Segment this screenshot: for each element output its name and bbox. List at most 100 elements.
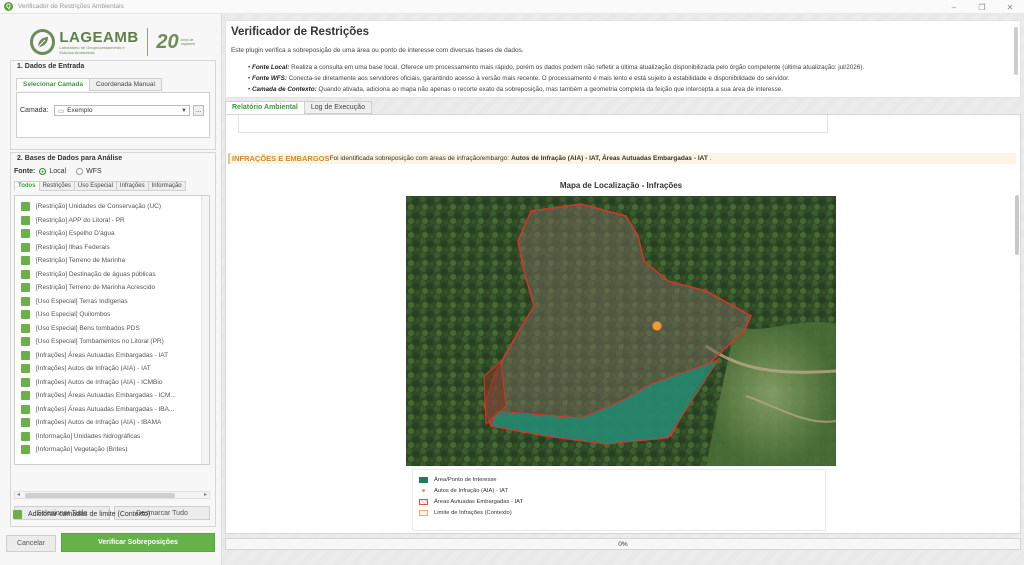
tab-environmental-report[interactable]: Relatório Ambiental — [225, 101, 305, 114]
layer-item-label: [Uso Especial] Tombamentos no Litoral (P… — [36, 338, 164, 346]
layer-list-item[interactable]: [Infrações] Autos de Infração (AIA) - IA… — [15, 362, 209, 376]
tab-filter-all[interactable]: Todos — [14, 181, 40, 191]
legend-item-aia-iat: Autos de Infração (AIA) - IAT — [419, 485, 819, 496]
layer-checkbox[interactable] — [21, 445, 30, 455]
layer-list-item[interactable]: [Restrição] Terreno de Marinha — [15, 254, 209, 268]
tab-execution-log[interactable]: Log de Execução — [303, 101, 372, 114]
layer-checkbox[interactable] — [21, 323, 30, 333]
tab-manual-coordinate[interactable]: Coordenada Manual — [88, 78, 162, 91]
databases-section-title: 2. Bases de Dados para Análise — [17, 155, 123, 162]
source-local-radio[interactable] — [39, 168, 47, 175]
layer-list-item[interactable]: [Infrações] Áreas Autuadas Embargadas - … — [15, 349, 209, 363]
layer-checkbox[interactable] — [21, 229, 30, 239]
layer-checkbox[interactable] — [21, 350, 30, 360]
chevron-down-icon: ▼ — [181, 107, 187, 114]
legend-swatch-fill — [419, 476, 428, 483]
layer-item-label: [Infrações] Áreas Autuadas Embargadas - … — [36, 405, 175, 413]
layer-list-item[interactable]: [Informação] Unidades hidrográficas — [15, 430, 209, 444]
verify-overlaps-button[interactable]: Verificar Sobreposições — [61, 533, 215, 552]
plugin-header: Verificador de Restrições Este plugin ve… — [225, 20, 1021, 98]
layer-list-item[interactable]: [Restrição] Ilhas Federais — [15, 241, 209, 255]
layer-list-item[interactable]: [Informação] Vegetação (Brites) — [15, 443, 209, 457]
left-panel: LAGEAMB Laboratório de Geoprocessamento … — [0, 14, 222, 565]
window-controls: – ❐ ✕ — [940, 0, 1024, 14]
browse-button[interactable]: ... — [193, 105, 204, 116]
layer-checkbox[interactable] — [21, 377, 30, 387]
layer-list-item[interactable]: [Uso Especial] Quilombos — [15, 308, 209, 322]
tab-select-layer[interactable]: Selecionar Camada — [16, 78, 90, 91]
layer-checkbox[interactable] — [21, 418, 30, 428]
layer-list-item[interactable]: [Restrição] APP do Litoral - PR — [15, 214, 209, 228]
brand-name: LAGEAMB — [59, 28, 139, 46]
filter-tabs: Todos Restrições Uso Especial Infrações … — [14, 181, 186, 191]
layer-checkbox[interactable] — [21, 215, 30, 225]
layer-list-item[interactable]: [Restrição] Destinação de águas públicas — [15, 268, 209, 282]
layer-checkbox[interactable] — [21, 242, 30, 252]
source-wfs-label: WFS — [86, 168, 102, 175]
layer-label: Camada: — [20, 107, 49, 114]
brand-logo: LAGEAMB Laboratório de Geoprocessamento … — [30, 22, 200, 62]
bullet-local-source: • Fonte Local: Realiza a consulta em uma… — [248, 64, 865, 71]
layer-list[interactable]: [Restrição] Unidades de Conservação (UC)… — [14, 195, 210, 465]
layer-list-item[interactable]: [Infrações] Autos de Infração (AIA) - IC… — [15, 376, 209, 390]
layer-checkbox[interactable] — [21, 283, 30, 293]
minimize-button[interactable]: – — [940, 0, 968, 14]
layer-list-item[interactable]: [Uso Especial] Terras Indígenas — [15, 295, 209, 309]
layer-list-vertical-scrollbar[interactable] — [201, 196, 209, 464]
alert-title: INFRAÇÕES E EMBARGOS — [232, 154, 330, 163]
satellite-map-image — [406, 196, 836, 466]
layer-list-item[interactable]: [Restrição] Espelho D'água — [15, 227, 209, 241]
limit-layers-option[interactable]: Adicionar camadas de limite (Contexto) — [13, 510, 150, 519]
layer-list-horizontal-scrollbar[interactable]: ◂ ▸ — [14, 491, 210, 499]
layer-list-item[interactable]: [Uso Especial] Tombamentos no Litoral (P… — [15, 335, 209, 349]
window-title: Verificador de Restrições Ambientais — [18, 3, 124, 10]
layer-checkbox[interactable] — [21, 310, 30, 320]
maximize-button[interactable]: ❐ — [968, 0, 996, 14]
layer-checkbox[interactable] — [21, 391, 30, 401]
layer-list-item[interactable]: [Infrações] Áreas Autuadas Embargadas - … — [15, 403, 209, 417]
layer-item-label: [Informação] Vegetação (Brites) — [36, 446, 128, 454]
legend-swatch-dot — [419, 489, 428, 492]
cancel-button[interactable]: Cancelar — [6, 535, 56, 552]
legend-swatch-outline — [419, 509, 428, 516]
layer-checkbox[interactable] — [21, 269, 30, 279]
source-local-label: Local — [49, 168, 67, 175]
layer-checkbox[interactable] — [21, 404, 30, 414]
header-scrollbar[interactable] — [1014, 27, 1018, 75]
tab-filter-special-use[interactable]: Uso Especial — [73, 181, 117, 191]
tab-filter-infractions[interactable]: Infrações — [115, 181, 149, 191]
layer-list-item[interactable]: [Infrações] Autos de Infração (AIA) - IB… — [15, 416, 209, 430]
anniversary-badge: 20 — [156, 31, 179, 53]
infractions-alert: INFRAÇÕES E EMBARGOS Foi identificada so… — [228, 153, 1016, 164]
tab-filter-information[interactable]: Informação — [147, 181, 186, 191]
source-label: Fonte: — [14, 168, 36, 175]
report-scrollbar[interactable] — [1015, 195, 1019, 255]
layer-list-item[interactable]: [Infrações] Áreas Autuadas Embargadas - … — [15, 389, 209, 403]
report-view: INFRAÇÕES E EMBARGOS Foi identificada so… — [225, 114, 1021, 534]
layer-checkbox[interactable] — [21, 431, 30, 441]
limit-layers-checkbox[interactable] — [13, 510, 22, 519]
layer-list-item[interactable]: [Uso Especial] Bens tombados PDS — [15, 322, 209, 336]
layer-item-label: [Uso Especial] Bens tombados PDS — [36, 324, 140, 332]
layer-checkbox[interactable] — [21, 202, 30, 212]
layer-checkbox[interactable] — [21, 296, 30, 306]
layer-checkbox[interactable] — [21, 337, 30, 347]
layer-checkbox[interactable] — [21, 256, 30, 266]
layer-list-item[interactable]: [Restrição] Unidades de Conservação (UC) — [15, 200, 209, 214]
tab-filter-restrictions[interactable]: Restrições — [38, 181, 75, 191]
source-wfs-radio[interactable] — [76, 168, 84, 175]
layer-checkbox[interactable] — [21, 364, 30, 374]
close-button[interactable]: ✕ — [996, 0, 1024, 14]
map-legend: Área/Ponto de Interesse Autos de Infraçã… — [412, 469, 826, 531]
previous-section-frame — [238, 115, 828, 133]
plugin-title: Verificador de Restrições — [231, 26, 370, 38]
layer-item-label: [Uso Especial] Quilombos — [36, 311, 111, 319]
report-tabs: Relatório Ambiental Log de Execução — [225, 101, 372, 114]
leaf-logo-icon — [30, 29, 56, 55]
layer-item-label: [Infrações] Áreas Autuadas Embargadas - … — [36, 351, 169, 359]
layer-item-label: [Uso Especial] Terras Indígenas — [36, 297, 128, 305]
app-logo-icon: Q — [4, 2, 13, 11]
layer-list-item[interactable]: [Restrição] Terreno de Marinha Acrescido — [15, 281, 209, 295]
alert-text: Foi identificada sobreposição com áreas … — [329, 155, 510, 162]
layer-select[interactable]: ▭ Exemplo ▼ — [54, 105, 190, 116]
